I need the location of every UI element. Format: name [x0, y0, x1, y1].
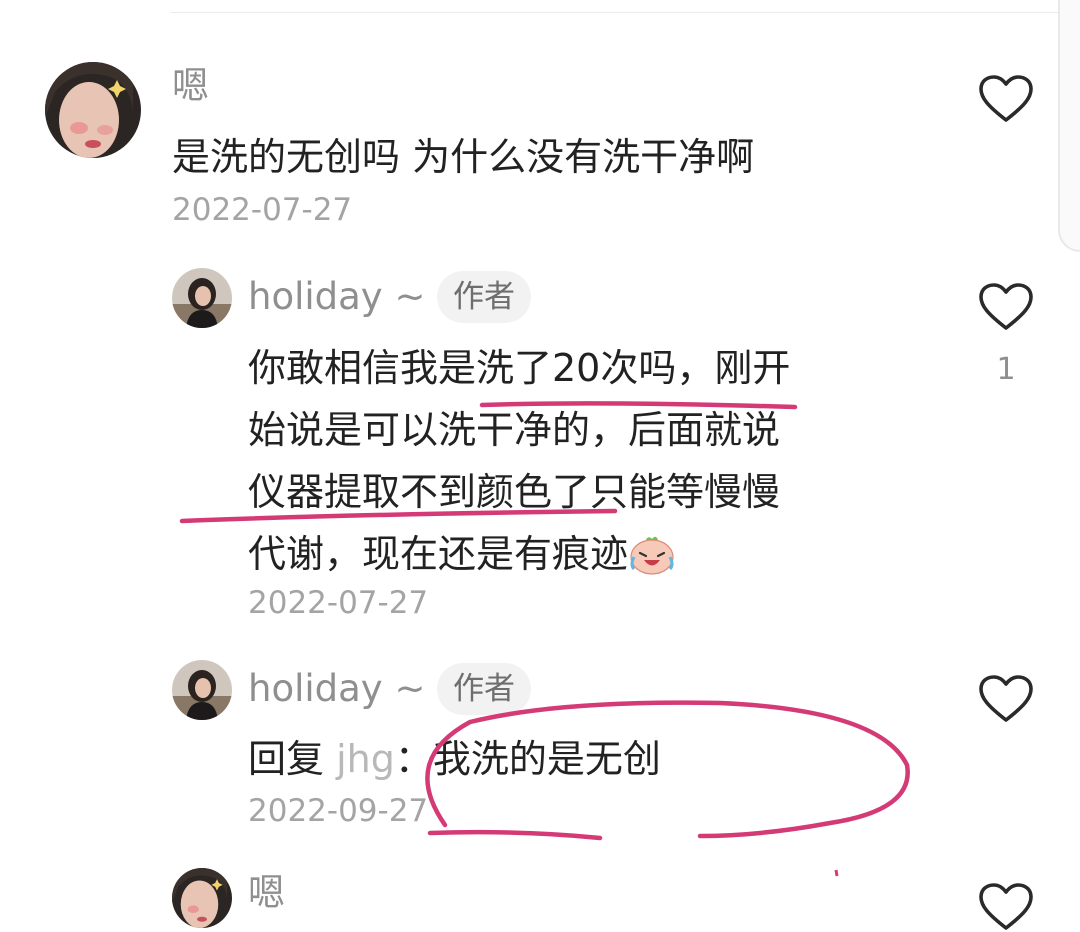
- heart-outline-icon: [979, 75, 1033, 122]
- like-button[interactable]: [978, 282, 1034, 332]
- comment-username[interactable]: 嗯: [172, 67, 209, 104]
- comment-text: 是洗的无创吗 为什么没有洗干净啊: [172, 135, 755, 179]
- reply-date: 2022-07-27: [248, 585, 429, 621]
- reply-text-line-last: 代谢，现在还是有痕迹: [248, 523, 908, 585]
- scroll-edge: [1058, 0, 1080, 252]
- reply-prefix: 回复: [248, 737, 325, 781]
- annotation-mark: [834, 869, 839, 877]
- reply-date: 2022-09-27: [248, 793, 429, 829]
- comment-username[interactable]: 嗯: [248, 874, 285, 911]
- like-button[interactable]: [978, 882, 1034, 932]
- reply-to-username[interactable]: jhg: [336, 737, 395, 781]
- comment-date: 2022-07-27: [172, 192, 353, 228]
- heart-outline-icon: [979, 283, 1033, 330]
- avatar[interactable]: [172, 868, 232, 928]
- like-button[interactable]: [978, 74, 1034, 124]
- reply-username[interactable]: holiday ~: [248, 278, 425, 315]
- comment-list: 嗯 是洗的无创吗 为什么没有洗干净啊 2022-07-27 holiday ~ …: [0, 0, 1080, 932]
- reply-text: 回复 jhg：我洗的是无创: [248, 740, 661, 778]
- reply-separator: ：: [394, 737, 433, 781]
- heart-outline-icon: [979, 675, 1033, 722]
- author-badge: 作者: [437, 271, 531, 323]
- avatar[interactable]: [45, 62, 141, 158]
- reply-text-line: 代谢，现在还是有痕迹: [248, 532, 629, 576]
- reply-text-line: 你敢相信我是洗了20次吗，刚开: [248, 346, 791, 390]
- reply-body: 我洗的是无创: [432, 737, 661, 781]
- heart-outline-icon: [979, 883, 1033, 930]
- reply-text: 你敢相信我是洗了20次吗，刚开 始说是可以洗干净的，后面就说 仪器提取不到颜色了…: [248, 337, 908, 585]
- like-count: 1: [996, 352, 1016, 387]
- author-badge: 作者: [437, 663, 531, 715]
- reply-username[interactable]: holiday ~: [248, 670, 425, 707]
- like-button[interactable]: [978, 674, 1034, 724]
- laughing-crying-emoji-icon: [628, 531, 676, 575]
- avatar[interactable]: [172, 268, 232, 328]
- reply-text-line: 始说是可以洗干净的，后面就说: [248, 408, 781, 452]
- reply-text-line: 仪器提取不到颜色了只能等慢慢: [248, 470, 781, 514]
- divider: [170, 12, 1080, 13]
- avatar[interactable]: [172, 660, 232, 720]
